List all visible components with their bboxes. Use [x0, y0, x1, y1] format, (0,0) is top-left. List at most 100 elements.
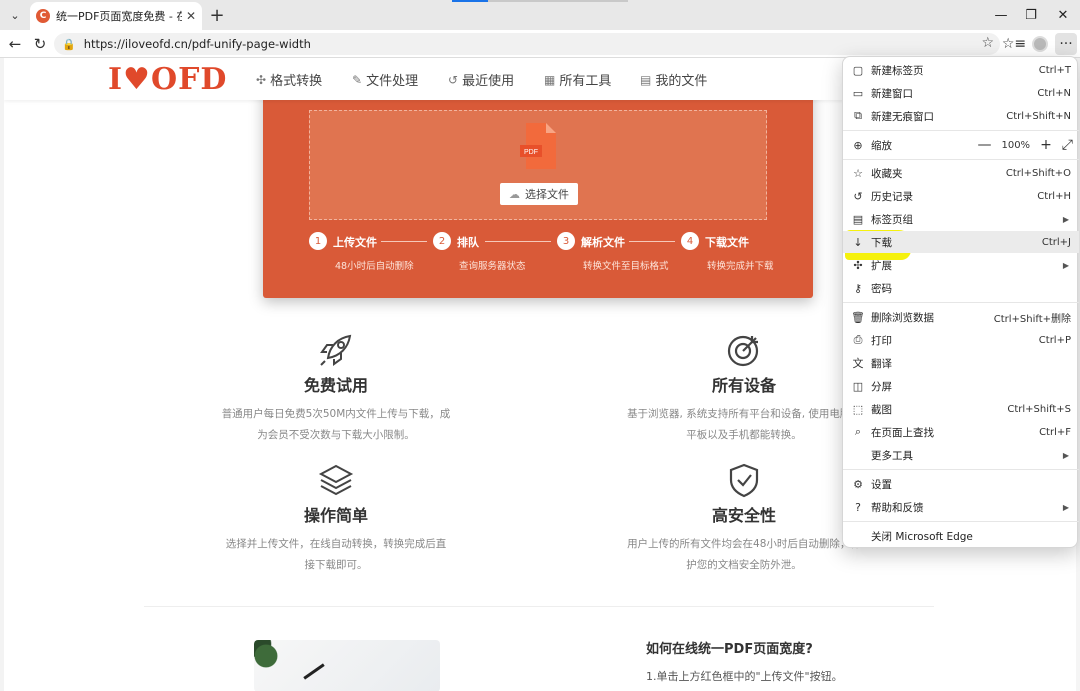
nav-format-convert[interactable]: ✣ 格式转换: [256, 70, 322, 90]
nav-all-tools[interactable]: ▦ 所有工具: [544, 70, 611, 90]
menu-shortcut: Ctrl+Shift+删除: [993, 313, 1071, 325]
menu-item-passwords[interactable]: ⚷ 密码: [843, 277, 1079, 299]
nav-file-processing[interactable]: ✎ 文件处理: [352, 70, 418, 90]
logo-text-right: OFD: [150, 62, 228, 97]
split-screen-icon: ◫: [852, 379, 864, 393]
menu-item-new-inprivate[interactable]: ⧉ 新建无痕窗口 Ctrl+Shift+N: [843, 105, 1079, 127]
feature-title: 所有设备: [711, 376, 776, 395]
menu-item-close-edge[interactable]: 关闭 Microsoft Edge: [843, 525, 1079, 547]
zoom-in-button[interactable]: +: [1040, 137, 1052, 153]
menu-label: 标签页组: [871, 213, 913, 226]
refresh-button[interactable]: ↻: [29, 33, 51, 55]
menu-item-extensions[interactable]: ✣ 扩展 ▶: [843, 254, 1079, 276]
menu-item-new-window[interactable]: ▭ 新建窗口 Ctrl+N: [843, 82, 1079, 104]
file-drop-zone[interactable]: PDF ☁ 选择文件: [309, 110, 767, 220]
history-icon: ↺: [448, 72, 459, 87]
feature-easy-operation: 操作简单 选择并上传文件，在线自动转换，转换完成后直 接下载即可。: [206, 462, 466, 576]
menu-label: 分屏: [871, 380, 892, 393]
step-number: 2: [433, 232, 451, 250]
menu-label: 关闭 Microsoft Edge: [871, 530, 973, 543]
new-tab-button[interactable]: +: [206, 4, 228, 26]
zoom-out-button[interactable]: —: [977, 137, 991, 153]
favorites-icon: ☆: [853, 166, 863, 180]
favorites-button[interactable]: ☆≡: [1001, 33, 1027, 55]
menu-item-more-tools[interactable]: 更多工具 ▶: [843, 444, 1079, 466]
menu-label: 扩展: [871, 259, 892, 272]
feature-description: 用户上传的所有文件均会在48小时后自动删除，保 护您的文档安全防外泄。: [627, 538, 861, 571]
chevron-right-icon: ▶: [1062, 260, 1069, 270]
menu-label: 新建标签页: [871, 64, 924, 77]
menu-label: 新建无痕窗口: [871, 110, 934, 123]
menu-separator: [843, 130, 1079, 131]
menu-item-settings[interactable]: ⚙ 设置: [843, 473, 1079, 495]
chevron-right-icon: ▶: [1062, 450, 1069, 460]
printer-icon: ⎙: [853, 333, 863, 346]
menu-shortcut: Ctrl+F: [1039, 426, 1071, 438]
address-bar[interactable]: 🔒 https://iloveofd.cn/pdf-unify-page-wid…: [54, 33, 1000, 55]
menu-item-clear-browsing-data[interactable]: 🗑 删除浏览数据 Ctrl+Shift+删除: [843, 306, 1079, 328]
menu-item-screenshot[interactable]: ⬚ 截图 Ctrl+Shift+S: [843, 398, 1079, 420]
favorite-star-icon[interactable]: ☆: [981, 35, 994, 51]
menu-item-split-screen[interactable]: ◫ 分屏: [843, 375, 1079, 397]
menu-item-print[interactable]: ⎙ 打印 Ctrl+P: [843, 329, 1079, 351]
fullscreen-button[interactable]: ⤢: [1062, 137, 1073, 153]
feature-free-trial: 免费试用 普通用户每日免费5次50M内文件上传与下载，成 为会员不受次数与下载大小…: [206, 332, 466, 446]
menu-item-new-tab[interactable]: ▢ 新建标签页 Ctrl+T: [843, 59, 1079, 81]
menu-shortcut: Ctrl+Shift+O: [1005, 167, 1071, 179]
step-subtitle: 查询服务器状态: [459, 261, 526, 272]
menu-label: 删除浏览数据: [871, 311, 934, 324]
section-divider: [144, 606, 934, 607]
menu-label: 打印: [871, 334, 892, 347]
zoom-level: 100%: [1001, 139, 1031, 151]
select-file-button[interactable]: ☁ 选择文件: [500, 183, 578, 205]
chevron-down-icon: ⌄: [10, 8, 20, 22]
trash-icon: 🗑: [851, 310, 865, 324]
favorites-list-icon: ☆≡: [1001, 36, 1027, 52]
menu-label: 缩放: [871, 139, 892, 152]
close-tab-icon[interactable]: ✕: [186, 9, 196, 23]
menu-item-find-on-page[interactable]: ⌕ 在页面上查找 Ctrl+F: [843, 421, 1079, 443]
menu-label: 历史记录: [871, 190, 913, 203]
minimize-button[interactable]: —: [988, 4, 1014, 26]
menu-item-translate[interactable]: 文翻译: [843, 352, 1079, 374]
feature-description: 普通用户每日免费5次50M内文件上传与下载，成 为会员不受次数与下载大小限制。: [221, 408, 451, 441]
menu-item-tab-groups[interactable]: ▤ 标签页组 ▶: [843, 208, 1079, 230]
new-window-icon: ▭: [852, 86, 864, 100]
step-connector: [629, 241, 675, 242]
nav-label: 我的文件: [655, 74, 708, 89]
key-icon: ⚷: [853, 281, 863, 295]
feature-all-devices: 所有设备 基于浏览器, 系统支持所有平台和设备, 使用电脑、 平板以及手机都能转换…: [608, 332, 880, 446]
more-dots-icon: ···: [1059, 36, 1073, 52]
site-logo[interactable]: I♥OFD: [108, 62, 227, 97]
menu-shortcut: Ctrl+Shift+S: [1007, 403, 1071, 415]
restore-button[interactable]: ❐: [1018, 4, 1044, 26]
step-connector: [485, 241, 551, 242]
settings-and-more-button[interactable]: ···: [1055, 33, 1077, 55]
logo-text-left: I: [108, 62, 124, 97]
profile-button[interactable]: [1029, 33, 1051, 55]
menu-item-favorites[interactable]: ☆ 收藏夹 Ctrl+Shift+O: [843, 162, 1079, 184]
menu-shortcut: Ctrl+N: [1037, 87, 1071, 99]
menu-item-downloads[interactable]: ↓ 下载 Ctrl+J: [843, 231, 1079, 253]
menu-label: 截图: [871, 403, 892, 416]
nav-recent[interactable]: ↺ 最近使用: [448, 70, 514, 90]
inprivate-window-icon: ⧉: [854, 109, 862, 122]
menu-shortcut: Ctrl+Shift+N: [1006, 110, 1071, 122]
howto-illustration: [254, 640, 440, 691]
menu-item-help-feedback[interactable]: ? 帮助和反馈 ▶: [843, 496, 1079, 518]
menu-label: 在页面上查找: [871, 426, 934, 439]
step-number: 1: [309, 232, 327, 250]
menu-shortcut: Ctrl+P: [1038, 334, 1071, 346]
pdf-file-icon: PDF: [520, 123, 556, 169]
browser-tab[interactable]: C 统一PDF页面宽度免费 - 在线统一PDF ✕: [30, 2, 202, 30]
site-info-icon[interactable]: 🔒: [62, 38, 76, 51]
tab-actions-menu-button[interactable]: ⌄: [4, 4, 26, 26]
menu-item-history[interactable]: ↺ 历史记录 Ctrl+H: [843, 185, 1079, 207]
nav-my-files[interactable]: ▤ 我的文件: [640, 70, 708, 90]
back-button[interactable]: ←: [4, 33, 26, 55]
target-icon: [727, 335, 759, 367]
menu-label: 翻译: [871, 357, 892, 370]
step-subtitle: 转换文件至目标格式: [583, 261, 669, 272]
menu-label: 收藏夹: [871, 167, 903, 180]
close-window-button[interactable]: ✕: [1050, 4, 1076, 26]
